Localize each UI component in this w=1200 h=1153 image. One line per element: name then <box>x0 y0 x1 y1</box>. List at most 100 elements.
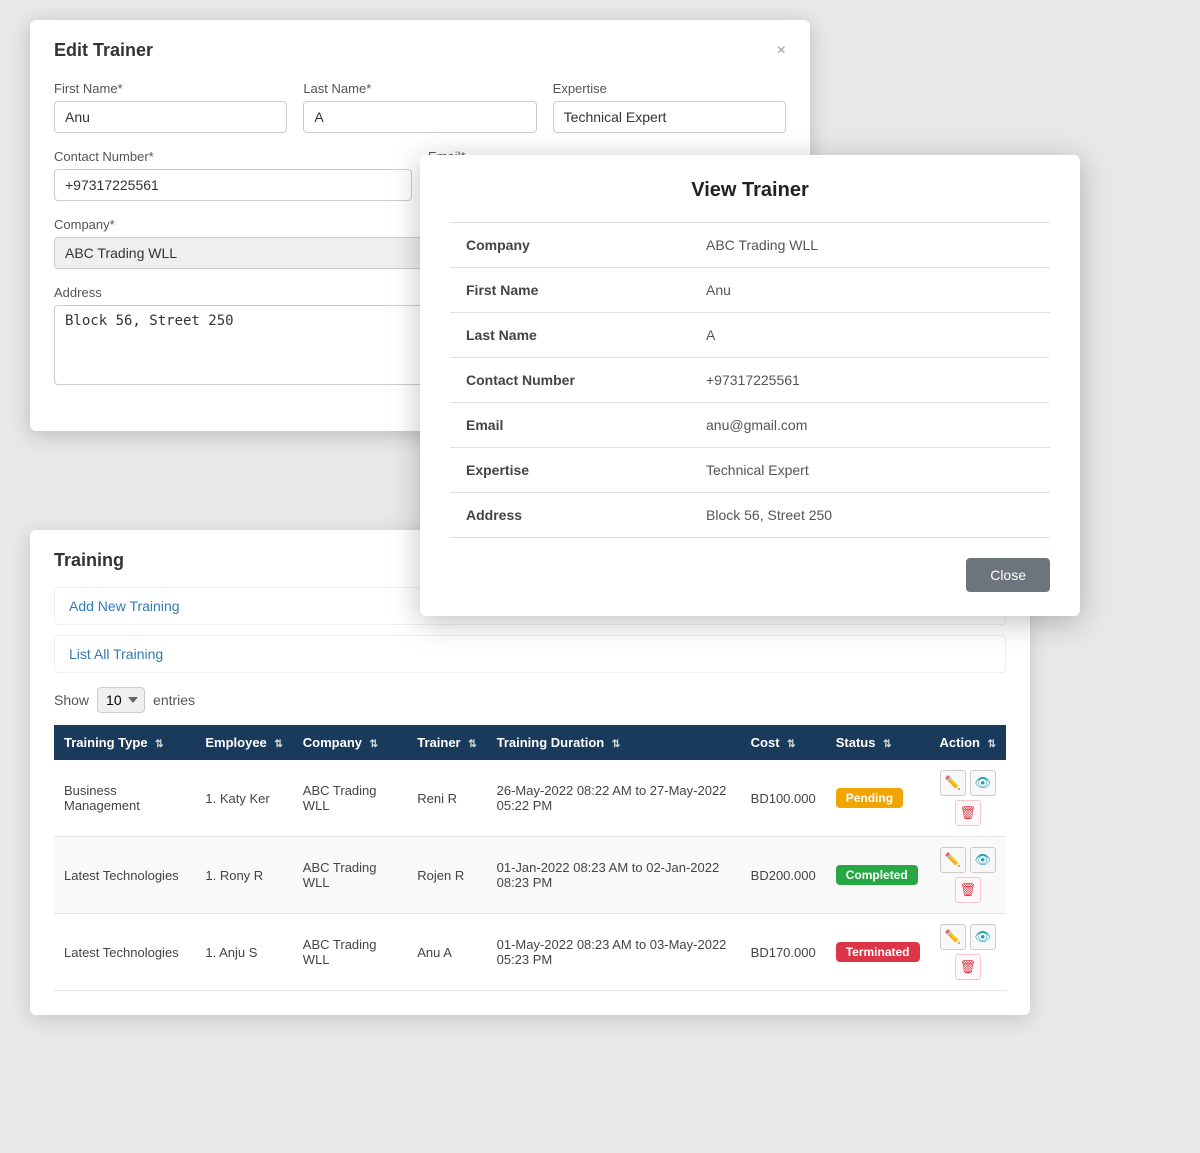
view-field-value: +97317225561 <box>690 358 1050 403</box>
view-field-label: Email <box>450 403 690 448</box>
cell-status: Completed <box>826 837 930 914</box>
cell-trainer: Rojen R <box>407 837 486 914</box>
add-new-prefix: Add New <box>69 598 129 614</box>
cell-status: Terminated <box>826 914 930 991</box>
status-badge: Terminated <box>836 942 920 962</box>
action-icons: ✏️ 👁 🗑 <box>940 847 996 903</box>
training-table: Training Type ⇅ Employee ⇅ Company ⇅ Tra… <box>54 725 1006 991</box>
edit-trainer-header: Edit Trainer × <box>54 40 786 61</box>
view-field-row: First Name Anu <box>450 268 1050 313</box>
action-row1: ✏️ 👁 <box>940 924 996 950</box>
cell-training-type: Latest Technologies <box>54 837 195 914</box>
cell-training-type: Business Management <box>54 760 195 837</box>
view-row-button[interactable]: 👁 <box>970 770 996 796</box>
last-name-input[interactable] <box>303 101 536 133</box>
edit-row-button[interactable]: ✏️ <box>940 847 966 873</box>
cell-employee: 1. Rony R <box>195 837 292 914</box>
first-name-label: First Name* <box>54 81 287 96</box>
cell-employee: 1. Anju S <box>195 914 292 991</box>
contact-number-label: Contact Number* <box>54 149 412 164</box>
last-name-label: Last Name* <box>303 81 536 96</box>
action-row1: ✏️ 👁 <box>940 770 996 796</box>
view-row-button[interactable]: 👁 <box>970 847 996 873</box>
contact-number-input[interactable] <box>54 169 412 201</box>
status-badge: Completed <box>836 865 918 885</box>
entries-per-page-select[interactable]: 10 25 50 <box>97 687 145 713</box>
expertise-input[interactable] <box>553 101 786 133</box>
cell-action: ✏️ 👁 🗑 <box>930 837 1006 914</box>
view-trainer-title: View Trainer <box>450 179 1050 202</box>
cell-cost: BD200.000 <box>741 837 826 914</box>
view-trainer-modal: View Trainer Company ABC Trading WLL Fir… <box>420 155 1080 616</box>
form-row-1: First Name* Last Name* Expertise <box>54 81 786 133</box>
cell-action: ✏️ 👁 🗑 <box>930 914 1006 991</box>
sort-icon-action: ⇅ <box>988 739 996 750</box>
delete-row-button[interactable]: 🗑 <box>955 877 981 903</box>
col-training-type[interactable]: Training Type ⇅ <box>54 725 195 760</box>
view-field-row: Company ABC Trading WLL <box>450 223 1050 268</box>
view-field-row: Email anu@gmail.com <box>450 403 1050 448</box>
col-action[interactable]: Action ⇅ <box>930 725 1006 760</box>
col-company[interactable]: Company ⇅ <box>293 725 407 760</box>
cell-action: ✏️ 👁 🗑 <box>930 760 1006 837</box>
cell-company: ABC Trading WLL <box>293 837 407 914</box>
sort-icon-company: ⇅ <box>370 739 378 750</box>
contact-number-group: Contact Number* <box>54 149 412 201</box>
sort-icon-duration: ⇅ <box>612 739 620 750</box>
table-row: Latest Technologies 1. Anju S ABC Tradin… <box>54 914 1006 991</box>
view-field-label: Last Name <box>450 313 690 358</box>
sort-icon-trainer: ⇅ <box>468 739 476 750</box>
edit-trainer-title: Edit Trainer <box>54 40 153 61</box>
action-icons: ✏️ 👁 🗑 <box>940 770 996 826</box>
col-training-duration[interactable]: Training Duration ⇅ <box>487 725 741 760</box>
delete-row-button[interactable]: 🗑 <box>955 800 981 826</box>
cell-duration: 01-Jan-2022 08:23 AM to 02-Jan-2022 08:2… <box>487 837 741 914</box>
list-all-link-text: Training <box>113 646 163 662</box>
table-row: Latest Technologies 1. Rony R ABC Tradin… <box>54 837 1006 914</box>
view-field-label: First Name <box>450 268 690 313</box>
show-label: Show <box>54 692 89 708</box>
view-row-button[interactable]: 👁 <box>970 924 996 950</box>
col-cost[interactable]: Cost ⇅ <box>741 725 826 760</box>
action-row1: ✏️ 👁 <box>940 847 996 873</box>
view-field-row: Contact Number +97317225561 <box>450 358 1050 403</box>
cell-status: Pending <box>826 760 930 837</box>
view-field-value: anu@gmail.com <box>690 403 1050 448</box>
edit-trainer-close-button[interactable]: × <box>777 42 786 60</box>
list-all-prefix: List All <box>69 646 113 662</box>
view-field-label: Contact Number <box>450 358 690 403</box>
view-field-label: Expertise <box>450 448 690 493</box>
edit-row-button[interactable]: ✏️ <box>940 770 966 796</box>
cell-duration: 01-May-2022 08:23 AM to 03-May-2022 05:2… <box>487 914 741 991</box>
expertise-group: Expertise <box>553 81 786 133</box>
cell-cost: BD100.000 <box>741 760 826 837</box>
view-field-value: Anu <box>690 268 1050 313</box>
add-new-link-text: Training <box>129 598 179 614</box>
show-entries-row: Show 10 25 50 entries <box>54 687 1006 713</box>
view-field-value: ABC Trading WLL <box>690 223 1050 268</box>
view-field-label: Address <box>450 493 690 538</box>
cell-trainer: Anu A <box>407 914 486 991</box>
first-name-input[interactable] <box>54 101 287 133</box>
col-employee[interactable]: Employee ⇅ <box>195 725 292 760</box>
view-field-value: Block 56, Street 250 <box>690 493 1050 538</box>
view-field-value: A <box>690 313 1050 358</box>
list-all-training-link[interactable]: List All Training <box>54 635 1006 673</box>
view-trainer-close-button[interactable]: Close <box>966 558 1050 592</box>
view-field-row: Address Block 56, Street 250 <box>450 493 1050 538</box>
cell-training-type: Latest Technologies <box>54 914 195 991</box>
entries-suffix: entries <box>153 692 195 708</box>
col-status[interactable]: Status ⇅ <box>826 725 930 760</box>
cell-company: ABC Trading WLL <box>293 914 407 991</box>
cell-duration: 26-May-2022 08:22 AM to 27-May-2022 05:2… <box>487 760 741 837</box>
sort-icon-training-type: ⇅ <box>155 739 163 750</box>
cell-employee: 1. Katy Ker <box>195 760 292 837</box>
cell-cost: BD170.000 <box>741 914 826 991</box>
view-field-row: Last Name A <box>450 313 1050 358</box>
view-field-row: Expertise Technical Expert <box>450 448 1050 493</box>
expertise-label: Expertise <box>553 81 786 96</box>
delete-row-button[interactable]: 🗑 <box>955 954 981 980</box>
table-row: Business Management 1. Katy Ker ABC Trad… <box>54 760 1006 837</box>
col-trainer[interactable]: Trainer ⇅ <box>407 725 486 760</box>
edit-row-button[interactable]: ✏️ <box>940 924 966 950</box>
